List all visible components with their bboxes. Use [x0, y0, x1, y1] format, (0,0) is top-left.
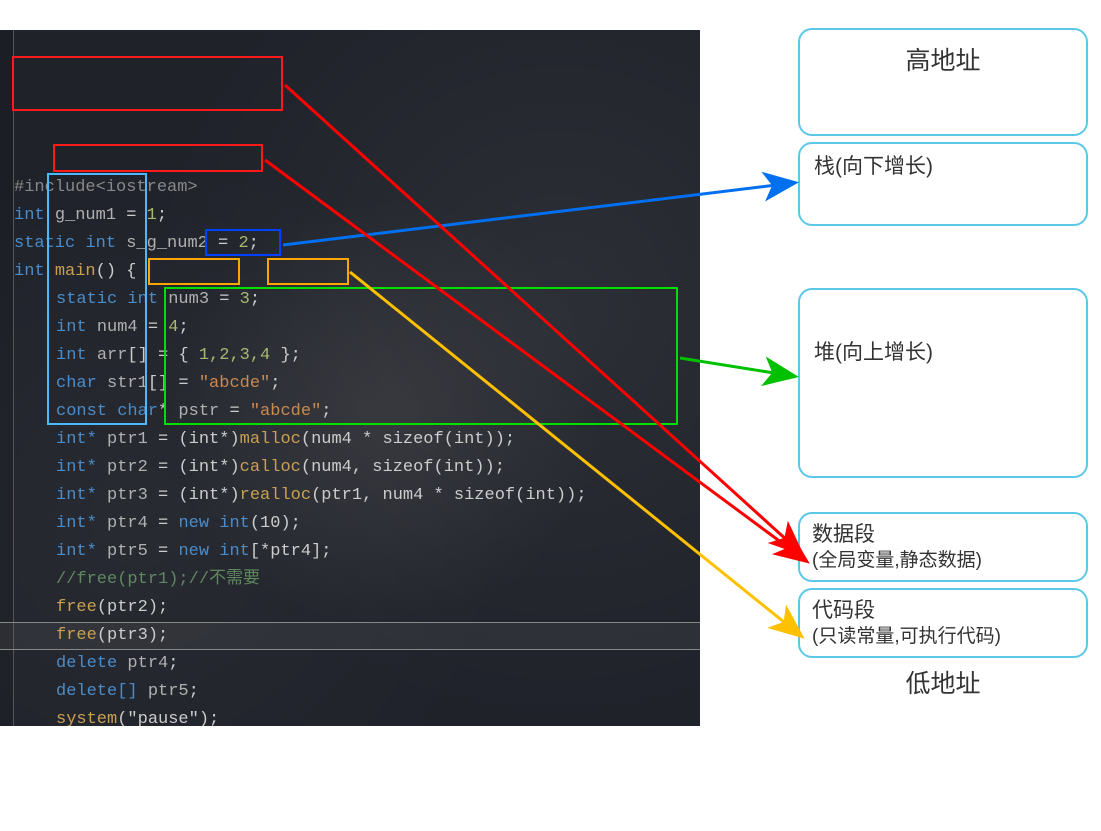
l1: #include<iostream> [14, 178, 198, 197]
code-editor-panel: #include<iostream> int g_num1 = 1; stati… [0, 30, 700, 726]
mem-gap-1 [798, 232, 1088, 288]
low-address-label: 低地址 [798, 664, 1088, 700]
stack-box: 栈(向下增长) [798, 142, 1088, 226]
l2-kw: int [14, 206, 45, 225]
code-segment-box: 代码段 (只读常量,可执行代码) [798, 588, 1088, 658]
l4-kw: int [14, 262, 45, 281]
mem-gap-2 [798, 484, 1088, 512]
code-content: #include<iostream> int g_num1 = 1; stati… [14, 146, 698, 726]
data-segment-box: 数据段 (全局变量,静态数据) [798, 512, 1088, 582]
memory-diagram: 高地址 栈(向下增长) 堆(向上增长) 数据段 (全局变量,静态数据) 代码段 … [798, 28, 1088, 706]
l3-kw: static int [14, 234, 116, 253]
heap-box: 堆(向上增长) [798, 288, 1088, 478]
high-address-box: 高地址 [798, 28, 1088, 136]
